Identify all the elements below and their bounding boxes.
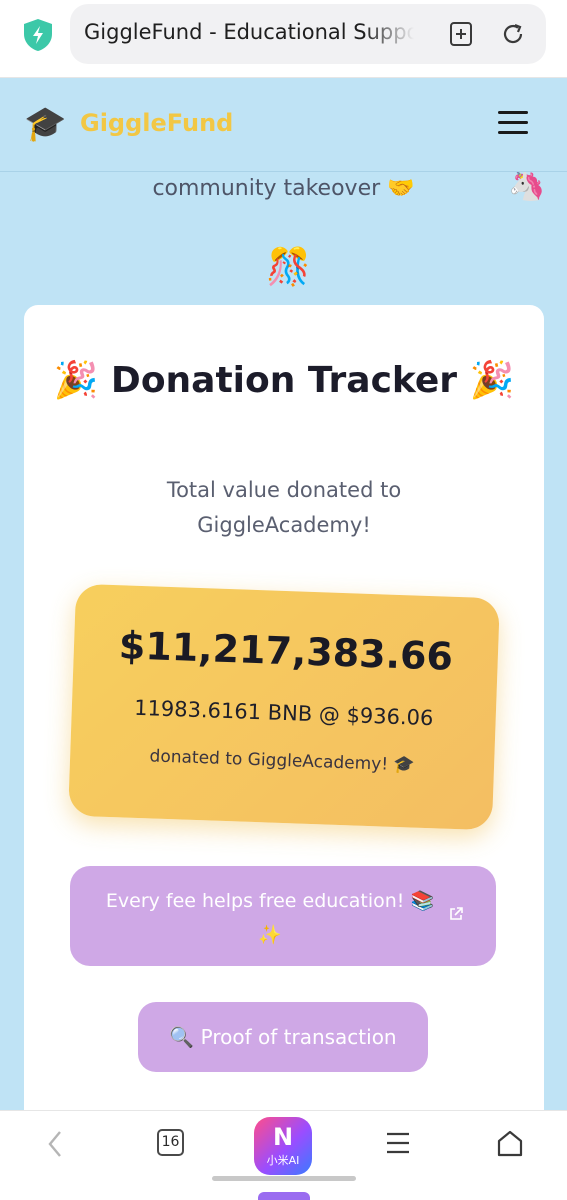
back-arrow-icon[interactable] bbox=[44, 1129, 66, 1159]
bnb-amount-line: 11983.6161 BNB @ $936.06 bbox=[133, 695, 434, 731]
donation-tracker-card: 🎉 Donation Tracker 🎉 Total value donated… bbox=[24, 305, 544, 1110]
browser-bottom-nav: 16 N 小米AI bbox=[0, 1110, 567, 1200]
graduation-cap-icon: 🎓 bbox=[24, 104, 67, 144]
community-takeover-text: community takeover 🤝 bbox=[152, 176, 415, 201]
home-indicator[interactable] bbox=[212, 1176, 356, 1181]
menu-line bbox=[498, 131, 528, 134]
site-header: 🎓 GiggleFund bbox=[0, 78, 567, 172]
external-link-icon bbox=[450, 907, 463, 920]
address-bar[interactable]: GiggleFund - Educational Support bbox=[70, 4, 546, 64]
ai-assistant-peek bbox=[258, 1192, 310, 1200]
browser-top-bar: GiggleFund - Educational Support bbox=[0, 0, 567, 78]
brand-name[interactable]: GiggleFund bbox=[80, 109, 233, 137]
ai-label: 小米AI bbox=[266, 1154, 300, 1167]
add-bookmark-icon[interactable] bbox=[448, 21, 474, 47]
tab-count-button[interactable]: 16 bbox=[157, 1129, 184, 1156]
donated-amount-usd: $11,217,383.66 bbox=[118, 623, 454, 679]
fee-helps-education-button[interactable]: Every fee helps free education! 📚✨ bbox=[70, 866, 496, 966]
menu-line bbox=[498, 111, 528, 114]
xiaomi-ai-button[interactable]: N 小米AI bbox=[254, 1117, 312, 1175]
donation-amount-box: $11,217,383.66 11983.6161 BNB @ $936.06 … bbox=[68, 583, 500, 831]
tracker-title: 🎉 Donation Tracker 🎉 bbox=[53, 360, 515, 401]
menu-line bbox=[498, 121, 528, 124]
reload-icon[interactable] bbox=[500, 21, 526, 47]
home-icon[interactable] bbox=[496, 1129, 524, 1159]
shield-check-icon[interactable] bbox=[22, 18, 54, 52]
unicorn-icon: 🦄 bbox=[508, 172, 546, 203]
fee-button-label: Every fee helps free education! 📚✨ bbox=[105, 890, 435, 946]
menu-lines-icon[interactable] bbox=[384, 1129, 412, 1157]
confetti-ball-icon: 🎊 bbox=[266, 247, 311, 288]
main-content: community takeover 🤝 🦄 🎊 🎉 Donation Trac… bbox=[0, 172, 567, 1110]
proof-of-transaction-button[interactable]: 🔍 Proof of transaction bbox=[138, 1002, 428, 1072]
donation-note: donated to GiggleAcademy! 🎓 bbox=[149, 746, 415, 776]
ai-logo-letter: N bbox=[272, 1123, 294, 1151]
page-title-url[interactable]: GiggleFund - Educational Support bbox=[84, 20, 414, 44]
tracker-subtitle: Total value donated to GiggleAcademy! bbox=[166, 478, 402, 537]
hamburger-menu-icon[interactable] bbox=[498, 111, 528, 135]
